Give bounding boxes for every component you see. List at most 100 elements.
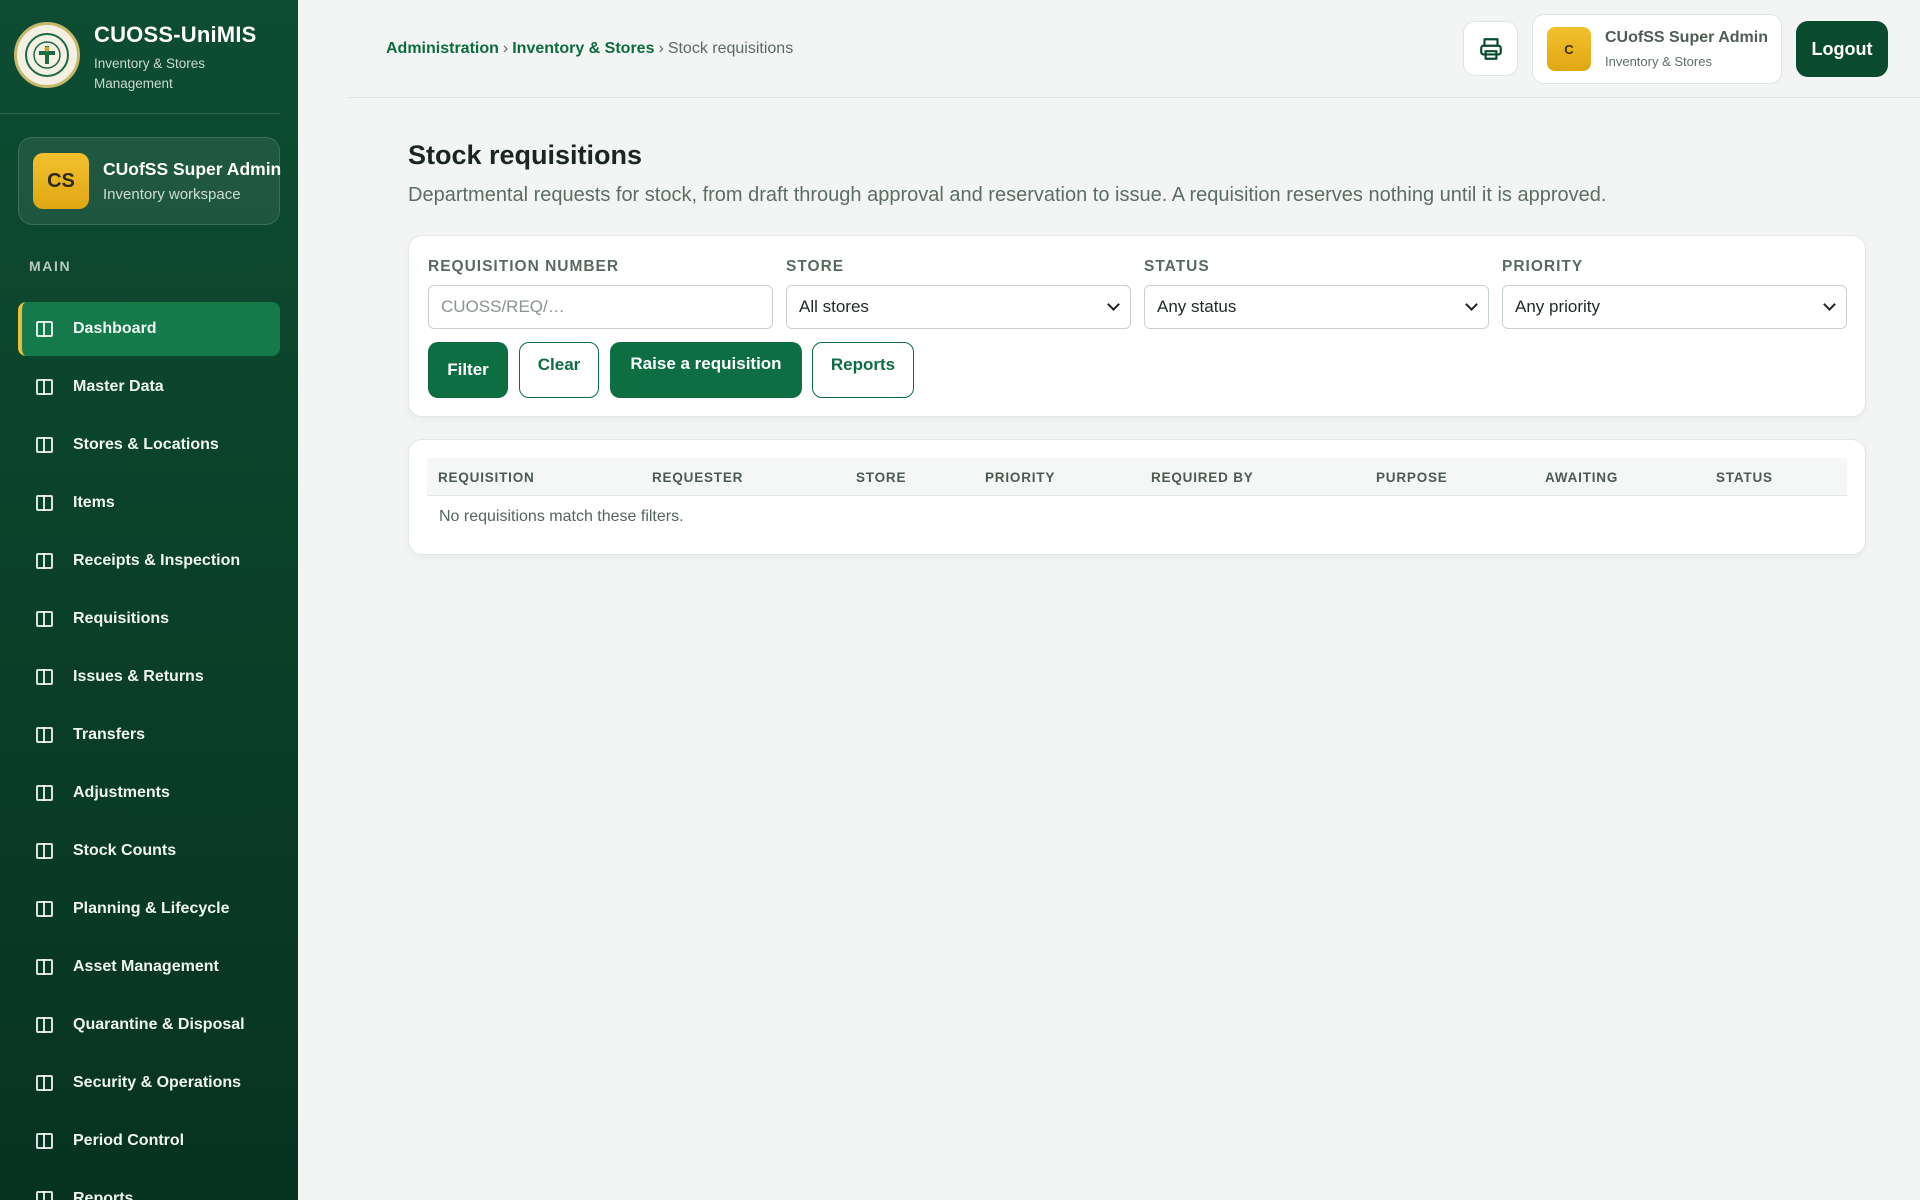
panel-icon — [36, 1017, 53, 1033]
panel-icon — [36, 321, 53, 337]
sidebar-item-label: Adjustments — [73, 784, 170, 801]
panel-icon — [36, 495, 53, 511]
sidebar-item-label: Issues & Returns — [73, 668, 204, 685]
logout-button[interactable]: Logout — [1796, 21, 1888, 77]
sidebar: CUOSS-UniMIS Inventory & Stores Manageme… — [0, 0, 298, 1200]
sidebar-item-label: Reports — [73, 1190, 134, 1200]
status-select-value: Any status — [1157, 297, 1237, 316]
sidebar-item-label: Receipts & Inspection — [73, 552, 241, 569]
sidebar-item-label: Stores & Locations — [73, 436, 219, 453]
printer-icon — [1479, 37, 1502, 60]
filter-button[interactable]: Filter — [428, 342, 508, 398]
print-button[interactable] — [1463, 21, 1518, 76]
sidebar-item-label: Items — [73, 494, 115, 511]
sidebar-item-asset-management[interactable]: Asset Management — [18, 940, 280, 994]
store-select-value: All stores — [799, 297, 869, 316]
breadcrumb-link-inventory-stores[interactable]: Inventory & Stores — [512, 40, 654, 57]
sidebar-item-label: Transfers — [73, 726, 146, 743]
column-header-priority[interactable]: PRIORITY — [985, 470, 1055, 485]
chevron-down-icon — [1107, 298, 1120, 311]
panel-icon — [36, 553, 53, 569]
priority-field: PRIORITY Any priority — [1502, 258, 1847, 329]
sidebar-item-label: Dashboard — [73, 320, 157, 337]
chevron-down-icon — [1465, 298, 1478, 311]
sidebar-item-label: Period Control — [73, 1132, 185, 1149]
breadcrumb-current: Stock requisitions — [667, 40, 794, 57]
sidebar-item-transfers[interactable]: Transfers — [18, 708, 280, 762]
sidebar-item-items[interactable]: Items — [18, 476, 280, 530]
requisition-number-label: REQUISITION NUMBER — [428, 258, 620, 275]
breadcrumb: Administration › Inventory & Stores › Stock … — [386, 40, 793, 58]
priority-label: PRIORITY — [1502, 258, 1584, 275]
sidebar-item-adjustments[interactable]: Adjustments — [18, 766, 280, 820]
sidebar-item-label: Security & Operations — [73, 1074, 242, 1091]
requisitions-table: REQUISITION REQUESTER STORE PRIORITY REQ… — [408, 439, 1866, 555]
panel-icon — [36, 1075, 53, 1091]
panel-icon — [36, 379, 53, 395]
avatar: C — [1547, 27, 1591, 71]
sidebar-item-reports[interactable]: Reports — [18, 1172, 280, 1200]
clear-button[interactable]: Clear — [519, 342, 599, 398]
breadcrumb-link-administration[interactable]: Administration — [386, 40, 499, 57]
column-header-required-by[interactable]: REQUIRED BY — [1151, 470, 1254, 485]
column-header-status[interactable]: STATUS — [1716, 470, 1773, 485]
user-name: CUofSS Super Admin — [1605, 29, 1768, 46]
panel-icon — [36, 1191, 53, 1200]
column-header-awaiting[interactable]: AWAITING — [1545, 470, 1618, 485]
university-logo[interactable] — [14, 22, 80, 88]
raise-requisition-button[interactable]: Raise a requisition — [610, 342, 802, 398]
sidebar-item-stores-locations[interactable]: Stores & Locations — [18, 418, 280, 472]
panel-icon — [36, 843, 53, 859]
sidebar-item-label: Stock Counts — [73, 842, 177, 859]
panel-icon — [36, 669, 53, 685]
breadcrumb-separator: › — [658, 40, 664, 57]
user-role: Inventory & Stores — [1605, 54, 1712, 69]
breadcrumb-separator: › — [502, 40, 509, 57]
sidebar-item-issues-returns[interactable]: Issues & Returns — [18, 650, 280, 704]
sidebar-item-security-operations[interactable]: Security & Operations — [18, 1056, 280, 1110]
store-select[interactable]: All stores — [786, 285, 1131, 329]
sidebar-user-subtitle: Inventory workspace — [103, 186, 241, 203]
chevron-down-icon — [1823, 298, 1836, 311]
sidebar-nav: Dashboard Master Data Stores & Locations… — [18, 302, 280, 1200]
app-title: CUOSS-UniMIS — [94, 22, 257, 47]
status-select[interactable]: Any status — [1144, 285, 1489, 329]
avatar: CS — [33, 153, 89, 209]
sidebar-item-period-control[interactable]: Period Control — [18, 1114, 280, 1168]
sidebar-item-stock-counts[interactable]: Stock Counts — [18, 824, 280, 878]
sidebar-item-label: Master Data — [73, 378, 164, 395]
empty-state-message: No requisitions match these filters. — [439, 508, 684, 525]
panel-icon — [36, 959, 53, 975]
sidebar-item-label: Planning & Lifecycle — [73, 900, 230, 917]
user-menu[interactable]: C CUofSS Super Admin Inventory & Stores — [1532, 14, 1782, 84]
sidebar-item-receipts-inspection[interactable]: Receipts & Inspection — [18, 534, 280, 588]
sidebar-item-planning-lifecycle[interactable]: Planning & Lifecycle — [18, 882, 280, 936]
reports-button[interactable]: Reports — [812, 342, 914, 398]
panel-icon — [36, 437, 53, 453]
sidebar-user-name: CUofSS Super Admin — [103, 159, 282, 179]
requisition-number-field: REQUISITION NUMBER CUOSS/REQ/… — [428, 258, 773, 329]
store-field: STORE All stores — [786, 258, 1131, 329]
requisition-number-input[interactable]: CUOSS/REQ/… — [428, 285, 773, 329]
logo-emblem-icon — [25, 33, 69, 77]
column-header-purpose[interactable]: PURPOSE — [1376, 470, 1448, 485]
priority-select[interactable]: Any priority — [1502, 285, 1847, 329]
status-field: STATUS Any status — [1144, 258, 1489, 329]
panel-icon — [36, 727, 53, 743]
panel-icon — [36, 901, 53, 917]
brand-header: CUOSS-UniMIS Inventory & Stores Manageme… — [0, 0, 280, 114]
column-header-store[interactable]: STORE — [856, 470, 906, 485]
sidebar-item-dashboard[interactable]: Dashboard — [18, 302, 280, 356]
column-header-requisition[interactable]: REQUISITION — [438, 470, 535, 485]
sidebar-item-master-data[interactable]: Master Data — [18, 360, 280, 414]
sidebar-user-card[interactable]: CS CUofSS Super Admin Inventory workspac… — [18, 137, 282, 225]
column-header-requester[interactable]: REQUESTER — [652, 470, 743, 485]
sidebar-item-label: Quarantine & Disposal — [73, 1016, 245, 1033]
sidebar-item-label: Requisitions — [73, 610, 170, 627]
sidebar-item-quarantine-disposal[interactable]: Quarantine & Disposal — [18, 998, 280, 1052]
sidebar-item-requisitions[interactable]: Requisitions — [18, 592, 280, 646]
panel-icon — [36, 611, 53, 627]
panel-icon — [36, 1133, 53, 1149]
status-label: STATUS — [1144, 258, 1210, 275]
page-title: Stock requisitions — [408, 140, 643, 170]
